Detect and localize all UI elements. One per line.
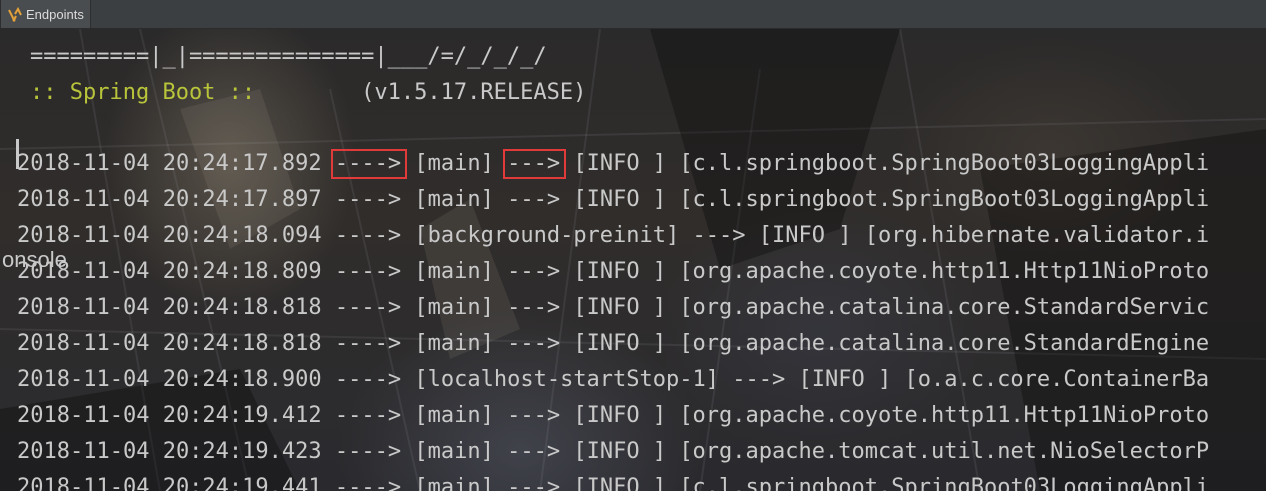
- endpoints-icon: [7, 6, 23, 22]
- tab-endpoints[interactable]: Endpoints: [0, 0, 91, 28]
- tool-window-tabbar: onsole Endpoints: [0, 0, 1266, 272]
- tab-console[interactable]: onsole: [0, 29, 1262, 491]
- tab-console-label: onsole: [2, 247, 67, 272]
- ide-console-window: onsole Endpoints =========|_|===========…: [0, 0, 1266, 491]
- tab-endpoints-label: Endpoints: [26, 6, 84, 22]
